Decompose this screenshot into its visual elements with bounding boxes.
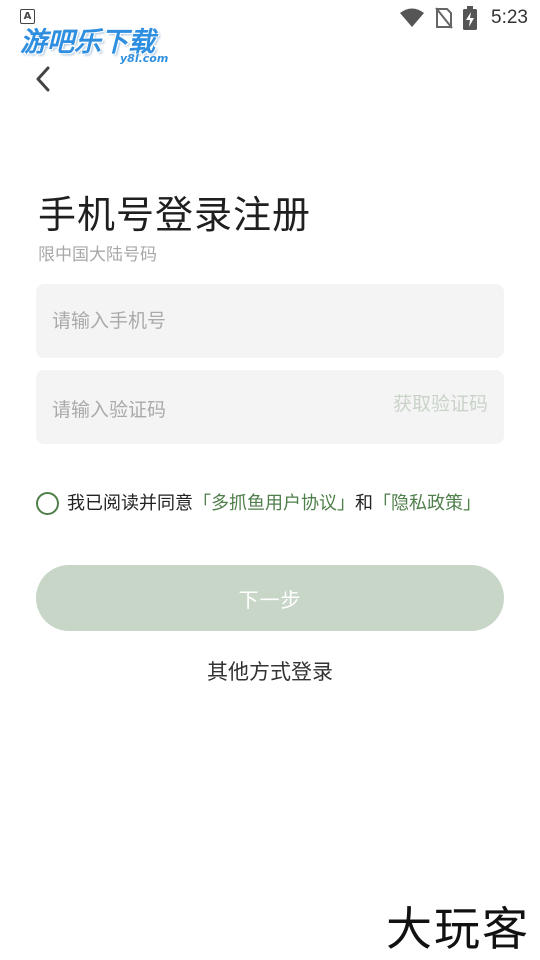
status-time: 5:23 [491, 7, 528, 28]
chevron-left-icon [36, 66, 50, 92]
other-login-link[interactable]: 其他方式登录 [0, 656, 540, 686]
privacy-policy-link[interactable]: 「隐私政策」 [373, 493, 481, 514]
agreement-prefix: 我已阅读并同意 [67, 493, 193, 514]
agree-checkbox[interactable] [36, 492, 59, 515]
next-button[interactable]: 下一步 [36, 565, 504, 631]
page-subtitle: 限中国大陆号码 [38, 245, 157, 265]
wifi-icon [400, 8, 425, 27]
phone-input[interactable] [52, 284, 492, 358]
user-agreement-link[interactable]: 「多抓鱼用户协议」 [193, 493, 355, 514]
bottom-watermark: 大玩客 [386, 902, 530, 956]
phone-field[interactable] [36, 284, 504, 358]
no-sim-icon [435, 7, 453, 29]
page-title: 手机号登录注册 [38, 193, 312, 237]
get-code-button[interactable]: 获取验证码 [393, 389, 488, 416]
agreement-conjunction: 和 [355, 493, 373, 514]
battery-charging-icon [463, 6, 478, 30]
agreement-text: 我已阅读并同意「多抓鱼用户协议」和「隐私政策」 [67, 490, 505, 518]
verification-code-field[interactable]: 获取验证码 [36, 370, 504, 447]
back-button[interactable] [28, 62, 58, 96]
status-icons: 5:23 [399, 6, 528, 30]
verification-code-input[interactable] [52, 373, 352, 447]
watermark-logo-subtext: y8l.com [120, 52, 169, 65]
